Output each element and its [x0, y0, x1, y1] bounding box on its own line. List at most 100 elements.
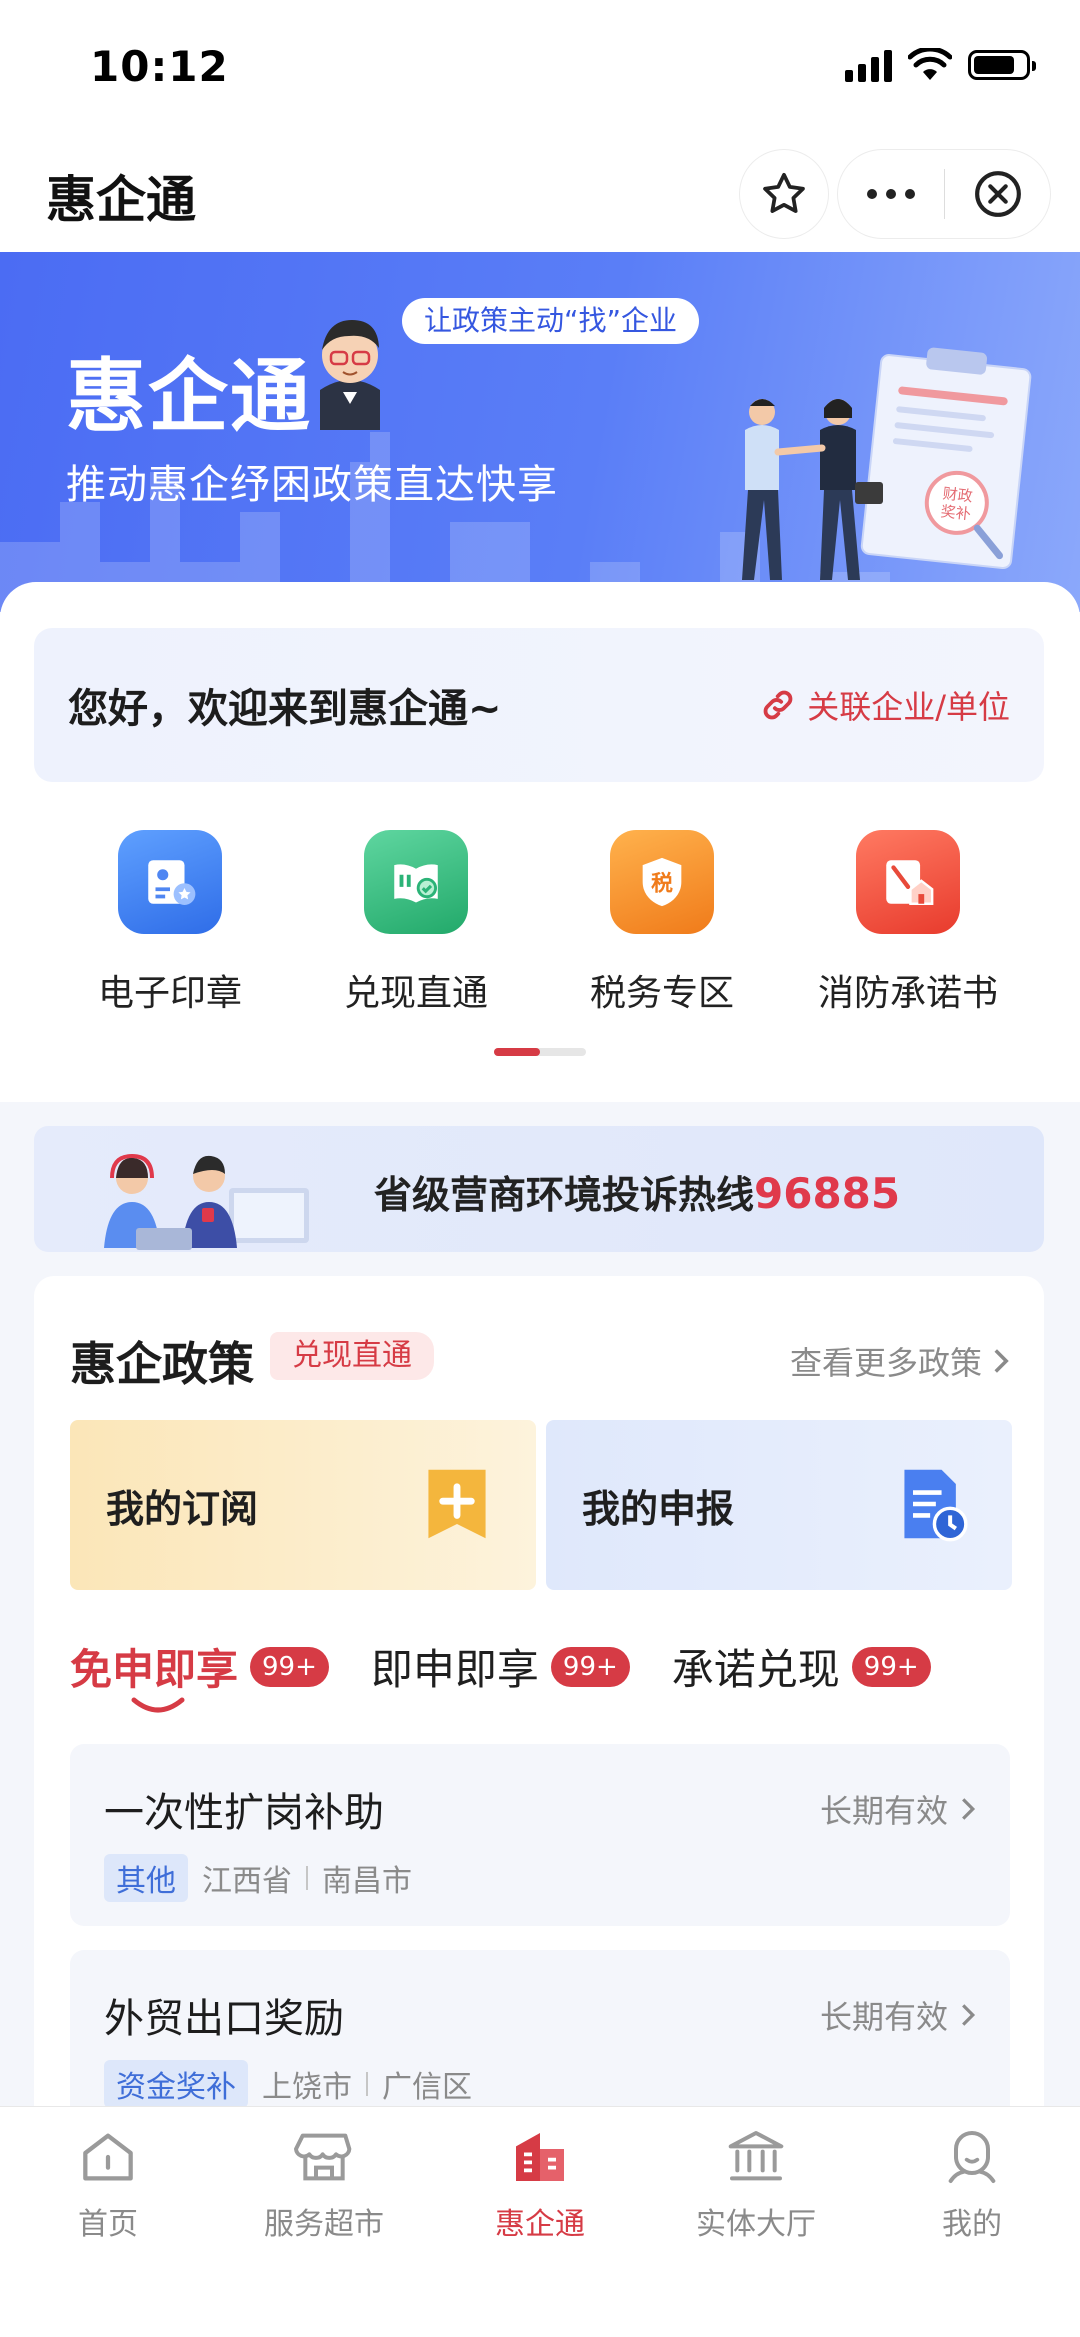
hotline-text: 省级营商环境投诉热线96885 [374, 1164, 900, 1219]
policy-city: 南昌市 [322, 1864, 412, 1899]
quick-action-fire-pledge[interactable]: 消防承诺书 [785, 830, 1031, 1016]
policy-region: 江西省 [202, 1864, 292, 1899]
my-declaration-label: 我的申报 [582, 1487, 735, 1531]
my-declaration-card[interactable]: 我的申报 [546, 1420, 1012, 1590]
tabbar-label: 我的 [942, 2207, 1002, 2242]
tab-apply-free[interactable]: 免申即享 99+ [70, 1636, 329, 1713]
tabbar-item-profile[interactable]: 我的 [864, 2125, 1080, 2243]
favorite-button[interactable] [740, 150, 828, 238]
home-icon [83, 2133, 133, 2181]
tabbar-item-hall[interactable]: 实体大厅 [648, 2125, 864, 2243]
policy-meta: 其他 江西省 南昌市 [104, 1854, 412, 1902]
tabbar-item-store[interactable]: 服务超市 [216, 2125, 432, 2243]
quick-action-cash-direct[interactable]: 兑现直通 [293, 830, 539, 1016]
profile-icon [948, 2131, 996, 2183]
view-more-label: 查看更多政策 [789, 1344, 982, 1382]
my-subscription-card[interactable]: 我的订阅 [70, 1420, 536, 1590]
policy-tabs: 免申即享 99+ 即申即享 99+ 承诺兑现 99+ [70, 1636, 973, 1713]
more-button[interactable] [838, 150, 944, 238]
policy-category: 其他 [104, 1854, 188, 1902]
banner-tag: 让政策主动“找”企业 [402, 298, 700, 344]
hero-banner[interactable]: 惠企通 推动惠企纾困政策直达快享 让政策主动“找”企业 财政 奖补 [0, 252, 1080, 612]
quick-actions: 电子印章 兑现直通 税 税务专区 消防承诺书 [0, 830, 1080, 1016]
bottom-tab-bar: 首页 服务超市 惠企通 实体大厅 我的 [0, 2106, 1080, 2337]
quick-action-label: 消防承诺书 [817, 973, 998, 1014]
policy-validity: 长期有效 [820, 1992, 976, 2038]
fire-pledge-icon [856, 830, 960, 934]
declare-icon [904, 1469, 968, 1542]
welcome-panel: 您好，欢迎来到惠企通~ 关联企业/单位 [34, 628, 1044, 782]
close-button[interactable] [945, 150, 1050, 238]
policy-name: 一次性扩岗补助 [104, 1790, 384, 1836]
banner-title: 惠企通 [66, 350, 312, 443]
tabbar-label: 服务超市 [264, 2207, 384, 2242]
tab-label: 即申即享 [370, 1645, 539, 1694]
my-subscription-label: 我的订阅 [106, 1487, 259, 1531]
page-title: 惠企通 [46, 171, 196, 229]
chevron-right-icon [994, 1349, 1009, 1373]
quick-action-e-seal[interactable]: 电子印章 [47, 830, 293, 1016]
validity-label: 长期有效 [819, 1792, 948, 1830]
subscribe-icon [428, 1469, 486, 1539]
policy-name: 外贸出口奖励 [104, 1996, 344, 2042]
tab-pledge-cash[interactable]: 承诺兑现 99+ [672, 1636, 931, 1697]
policy-validity: 长期有效 [820, 1786, 976, 1832]
building-icon [516, 2133, 564, 2181]
policy-region: 上饶市 [262, 2070, 352, 2105]
tab-label: 承诺兑现 [671, 1645, 840, 1694]
status-icons [845, 48, 1036, 82]
tabbar-item-huiqitong[interactable]: 惠企通 [432, 2125, 648, 2243]
tax-icon: 税 [610, 830, 714, 934]
hall-icon [728, 2131, 784, 2181]
hotline-banner[interactable]: 省级营商环境投诉热线96885 [34, 1126, 1044, 1252]
business-handshake-illustration: 财政 奖补 [742, 347, 1032, 580]
quick-action-label: 电子印章 [97, 973, 242, 1014]
hotline-number: 96885 [754, 1169, 901, 1218]
tax-glyph: 税 [651, 871, 673, 897]
star-icon [763, 172, 805, 213]
tabbar-label: 惠企通 [495, 2207, 585, 2242]
welcome-text: 您好，欢迎来到惠企通~ [68, 686, 502, 732]
cellular-signal-icon [845, 48, 892, 82]
e-seal-icon [118, 830, 222, 934]
count-badge: 99+ [250, 1646, 329, 1687]
status-time: 10:12 [90, 42, 229, 91]
link-icon [763, 690, 793, 720]
page-indicator [494, 1048, 586, 1056]
policy-city: 广信区 [382, 2070, 472, 2105]
customer-service-illustration [104, 1153, 309, 1250]
quick-action-label: 税务专区 [589, 973, 734, 1014]
chevron-right-icon [962, 2004, 976, 2026]
policy-meta: 资金奖补 上饶市 广信区 [104, 2060, 472, 2108]
quick-action-tax[interactable]: 税 税务专区 [539, 830, 785, 1016]
count-badge: 99+ [550, 1646, 630, 1687]
tabbar-label: 实体大厅 [696, 2207, 816, 2242]
stamp-line-2: 奖补 [940, 502, 972, 523]
chevron-right-icon [962, 1798, 976, 1820]
status-bar: 10:12 [0, 0, 1080, 140]
validity-label: 长期有效 [819, 1998, 948, 2036]
quick-action-label: 兑现直通 [343, 973, 488, 1014]
close-circle-icon [974, 171, 1021, 217]
tab-apply-instant[interactable]: 即申即享 99+ [371, 1636, 630, 1697]
link-enterprise-label: 关联企业/单位 [807, 688, 1010, 726]
count-badge: 99+ [851, 1646, 931, 1687]
tab-label: 免申即享 [70, 1645, 239, 1694]
policy-tag: 兑现直通 [270, 1332, 434, 1380]
banner-subtitle: 推动惠企纾困政策直达快享 [66, 462, 558, 508]
hotline-label: 省级营商环境投诉热线 [374, 1173, 755, 1217]
tabbar-label: 首页 [78, 2207, 138, 2242]
cash-direct-icon [364, 830, 468, 934]
store-icon [294, 2133, 352, 2181]
battery-icon [968, 50, 1036, 80]
policy-list-item[interactable]: 外贸出口奖励 长期有效 资金奖补 上饶市 广信区 [70, 1950, 1010, 2132]
mascot-illustration [320, 320, 380, 430]
policy-category: 资金奖补 [104, 2060, 248, 2108]
link-enterprise-button[interactable]: 关联企业/单位 [759, 682, 1010, 728]
tabbar-item-home[interactable]: 首页 [0, 2125, 216, 2243]
capsule-menu [838, 150, 1050, 238]
wifi-icon [908, 48, 952, 80]
policy-section-title: 惠企政策 [70, 1337, 254, 1391]
policy-list-item[interactable]: 一次性扩岗补助 长期有效 其他 江西省 南昌市 [70, 1744, 1010, 1926]
view-more-policies-link[interactable]: 查看更多政策 [790, 1338, 1010, 1384]
